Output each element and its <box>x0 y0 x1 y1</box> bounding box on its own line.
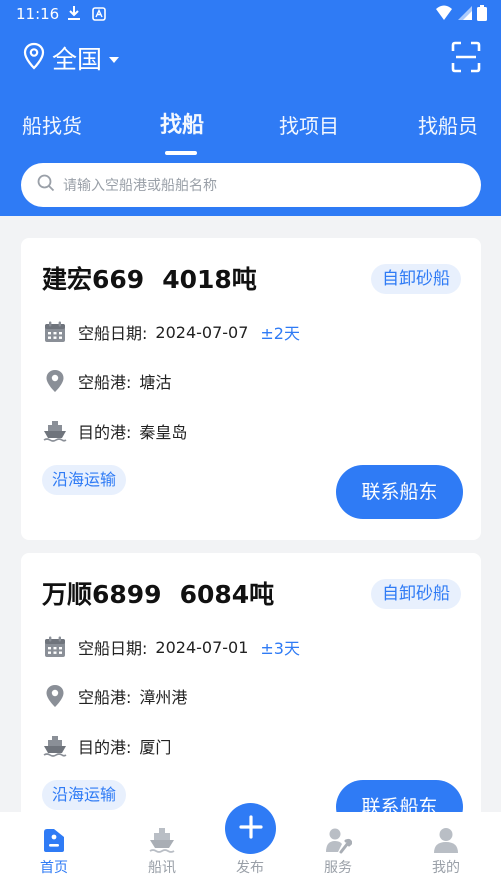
empty-port-value: 塘沽 <box>139 373 172 392</box>
contact-owner-button[interactable]: 联系船东 <box>336 465 463 519</box>
tab-find-project[interactable]: 找项目 <box>279 110 339 139</box>
ship-icon <box>43 734 67 758</box>
dest-port-value: 秦皇岛 <box>139 423 188 442</box>
location-label: 全国 <box>52 45 103 74</box>
scan-button[interactable] <box>451 41 481 77</box>
search-box[interactable]: 请输入空船港或船舶名称 <box>21 163 481 207</box>
user-icon <box>432 826 460 854</box>
empty-date-label: 空船日期: <box>78 324 148 343</box>
active-tab-indicator <box>165 151 197 155</box>
location-pin-icon <box>43 684 67 708</box>
ship-tonnage: 6084吨 <box>179 580 275 609</box>
calendar-icon <box>43 635 67 659</box>
empty-date-row: 空船日期: 2024-07-07 ±2天 <box>43 318 300 346</box>
tab-find-crew[interactable]: 找船员 <box>418 110 478 139</box>
dest-port-label: 目的港: <box>78 423 132 442</box>
ship-name: 建宏669 <box>42 265 145 294</box>
download-icon <box>66 4 82 26</box>
nav-mine[interactable]: 我的 <box>406 812 486 892</box>
dest-port-value: 厦门 <box>139 738 172 757</box>
empty-port-value: 漳州港 <box>139 688 188 707</box>
ship-title: 万顺6899 6084吨 <box>42 575 274 611</box>
dest-port-row: 目的港: 厦门 <box>43 732 171 760</box>
empty-date-value: 2024-07-01 <box>155 637 249 657</box>
ship-type-tag: 自卸砂船 <box>371 579 461 609</box>
location-selector[interactable]: 全国 <box>22 40 120 76</box>
status-bar: 11:16 <box>0 0 501 28</box>
empty-port-row: 空船港: 漳州港 <box>43 682 187 710</box>
ship-title: 建宏669 4018吨 <box>42 260 257 296</box>
home-icon <box>40 826 68 854</box>
empty-date-value: 2024-07-07 <box>155 322 249 342</box>
calendar-icon <box>43 320 67 344</box>
signal-icon <box>457 5 473 25</box>
location-pin-icon <box>43 369 67 393</box>
nav-service-label: 服务 <box>324 860 352 876</box>
header: 11:16 全国 船找货 找船 找项目 找船员 请输入空船港或船舶名称 <box>0 0 501 216</box>
route-tag: 沿海运输 <box>42 780 127 810</box>
ship-news-icon <box>148 826 176 854</box>
nav-service[interactable]: 服务 <box>298 812 378 892</box>
empty-date-row: 空船日期: 2024-07-01 ±3天 <box>43 633 300 661</box>
date-range: ±2天 <box>260 324 300 343</box>
tab-ship-find-cargo[interactable]: 船找货 <box>22 110 82 139</box>
publish-button[interactable] <box>225 803 276 854</box>
empty-date-label: 空船日期: <box>78 639 148 658</box>
status-indicators <box>435 5 487 25</box>
caret-down-icon <box>108 49 120 68</box>
nav-mine-label: 我的 <box>432 860 460 876</box>
route-tag: 沿海运输 <box>42 465 127 495</box>
empty-port-label: 空船港: <box>78 688 132 707</box>
nav-ship-news-label: 船讯 <box>148 860 176 876</box>
scan-icon <box>451 41 481 77</box>
ship-name: 万顺6899 <box>42 580 162 609</box>
tab-find-ship[interactable]: 找船 <box>160 107 204 139</box>
ship-tonnage: 4018吨 <box>162 265 257 294</box>
notification-a-icon <box>92 6 106 25</box>
empty-port-label: 空船港: <box>78 373 132 392</box>
location-pin-icon <box>22 42 46 74</box>
ship-icon <box>43 419 67 443</box>
ship-card[interactable]: 建宏669 4018吨 自卸砂船 空船日期: 2024-07-07 ±2天 空船港… <box>21 238 481 540</box>
battery-icon <box>477 5 487 25</box>
wifi-icon <box>435 5 453 25</box>
ship-type-tag: 自卸砂船 <box>371 264 461 294</box>
search-input[interactable]: 请输入空船港或船舶名称 <box>63 175 217 195</box>
nav-home[interactable]: 首页 <box>14 812 94 892</box>
date-range: ±3天 <box>260 639 300 658</box>
dest-port-label: 目的港: <box>78 738 132 757</box>
nav-home-label: 首页 <box>40 860 68 876</box>
nav-ship-news[interactable]: 船讯 <box>122 812 202 892</box>
plus-icon <box>238 814 263 843</box>
service-icon <box>324 826 353 854</box>
top-tabs: 船找货 找船 找项目 找船员 <box>0 102 501 162</box>
search-icon <box>37 174 55 196</box>
nav-publish-label: 发布 <box>236 860 264 876</box>
empty-port-row: 空船港: 塘沽 <box>43 367 171 395</box>
status-time: 11:16 <box>16 5 60 23</box>
dest-port-row: 目的港: 秦皇岛 <box>43 417 187 445</box>
